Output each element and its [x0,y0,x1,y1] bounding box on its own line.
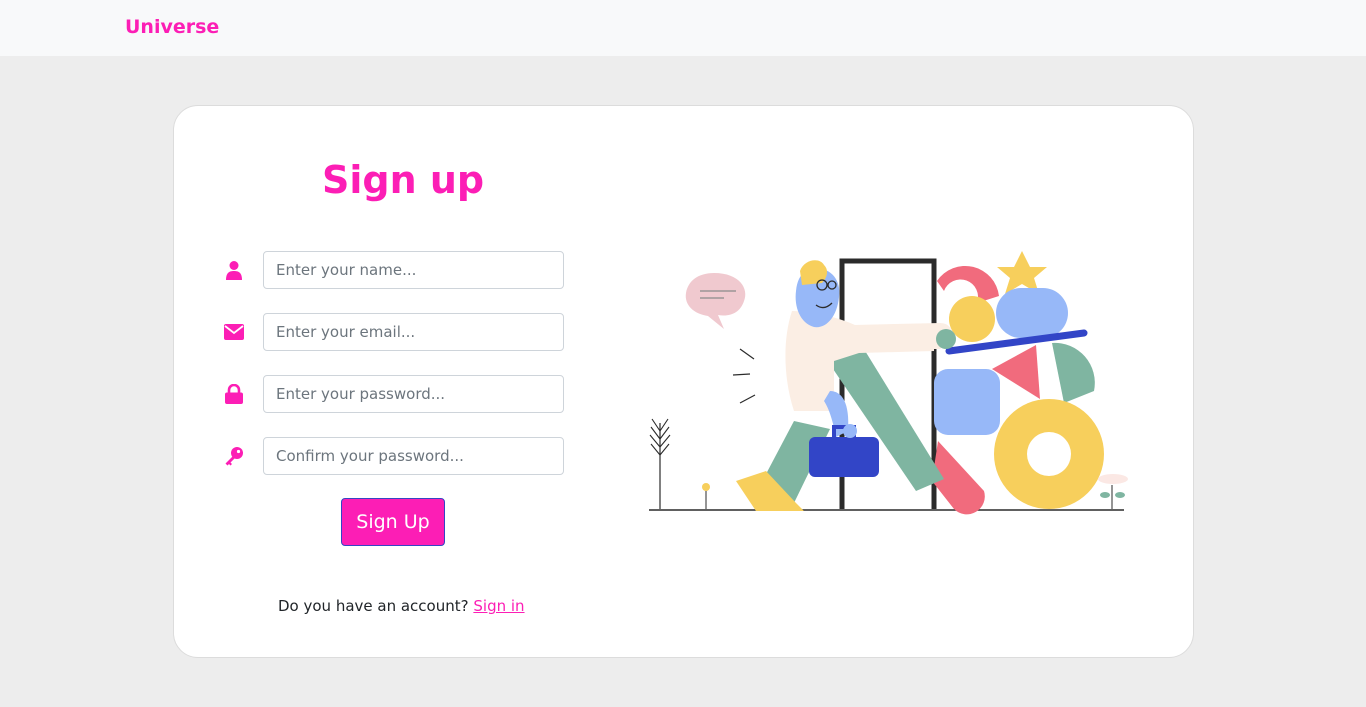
signin-link[interactable]: Sign in [473,597,524,615]
password-input[interactable] [263,375,564,413]
signup-illustration [649,251,1128,515]
page-title: Sign up [322,158,485,202]
account-prompt-text: Do you have an account? [278,597,469,615]
email-input[interactable] [263,313,564,351]
envelope-icon [220,313,248,351]
confirm-password-input[interactable] [263,437,564,475]
password-row [220,375,566,413]
key-icon [220,437,248,475]
signup-button[interactable]: Sign Up [341,498,445,546]
navbar: Universe [0,0,1366,56]
name-row [220,251,566,289]
name-input[interactable] [263,251,564,289]
signup-card: Sign up Sign Up Do you have an account? … [173,105,1194,658]
email-row [220,313,566,351]
confirm-row [220,437,566,475]
user-icon [220,251,248,289]
lock-icon [220,375,248,413]
brand-logo[interactable]: Universe [125,16,219,38]
account-prompt: Do you have an account? Sign in [278,597,525,615]
